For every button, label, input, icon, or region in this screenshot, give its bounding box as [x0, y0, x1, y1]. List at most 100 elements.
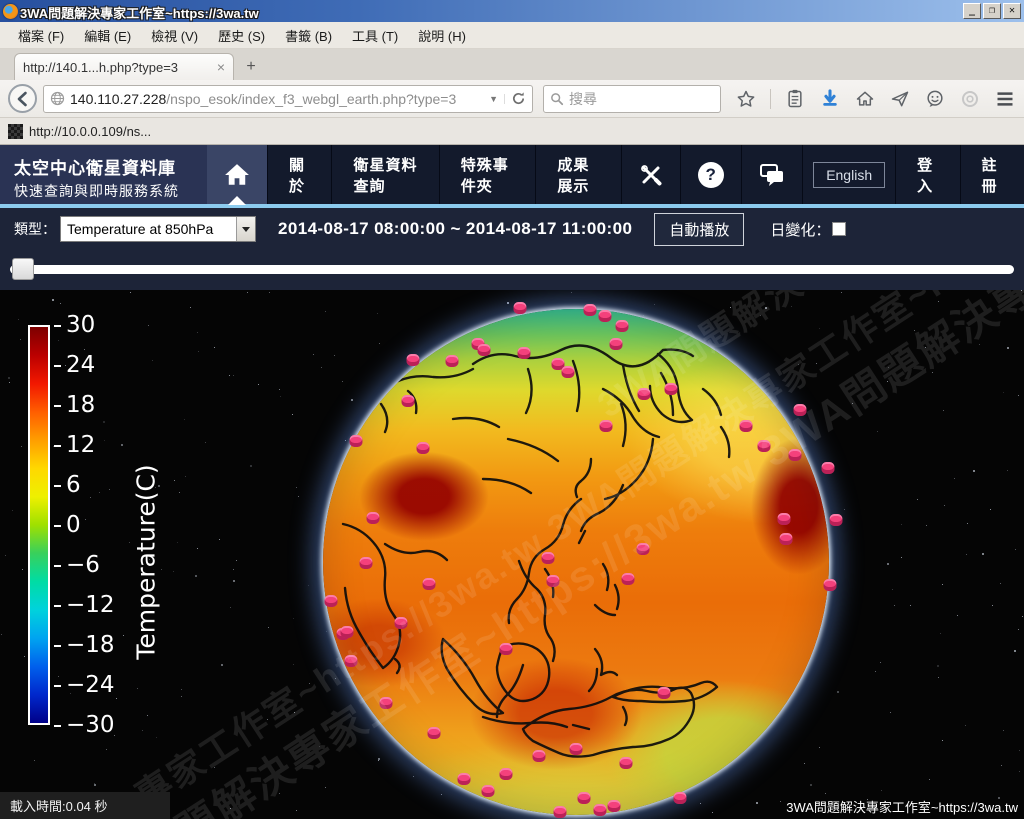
url-bar[interactable]: 140.110.27.228 /nspo_esok/index_f3_webgl…: [43, 85, 533, 113]
select-dropdown-icon[interactable]: [236, 217, 255, 241]
minimize-button[interactable]: _: [963, 3, 981, 19]
observation-marker[interactable]: [360, 557, 373, 569]
close-button[interactable]: ✕: [1003, 3, 1021, 19]
new-tab-button[interactable]: +: [236, 56, 266, 78]
observation-marker[interactable]: [542, 552, 555, 564]
observation-marker[interactable]: [500, 643, 513, 655]
observation-marker[interactable]: [417, 442, 430, 454]
observation-marker[interactable]: [789, 449, 802, 461]
observation-marker[interactable]: [610, 338, 623, 350]
observation-marker[interactable]: [622, 573, 635, 585]
observation-marker[interactable]: [822, 462, 835, 474]
sync-circle-icon[interactable]: [959, 88, 981, 110]
observation-marker[interactable]: [428, 727, 441, 739]
observation-marker[interactable]: [600, 420, 613, 432]
observation-marker[interactable]: [482, 785, 495, 797]
observation-marker[interactable]: [658, 687, 671, 699]
hamburger-menu-icon[interactable]: [994, 88, 1016, 110]
observation-marker[interactable]: [367, 512, 380, 524]
nav-register[interactable]: 註冊: [961, 145, 1024, 204]
observation-marker[interactable]: [584, 304, 597, 316]
observation-marker[interactable]: [778, 513, 791, 525]
observation-marker[interactable]: [794, 404, 807, 416]
temperature-colorbar: 3024181260−6−12−18−24−30 Temperature(C): [28, 325, 50, 725]
bookmark-item[interactable]: http://10.0.0.109/ns...: [29, 124, 151, 139]
observation-marker[interactable]: [345, 655, 358, 667]
colorbar-tick-label: 18: [54, 392, 95, 418]
observation-marker[interactable]: [620, 757, 633, 769]
reload-icon[interactable]: [511, 91, 526, 106]
nav-satellite-data-query[interactable]: 衛星資料查詢: [332, 145, 439, 204]
observation-marker[interactable]: [446, 355, 459, 367]
menu-tools[interactable]: 工具 (T): [342, 22, 408, 49]
observation-marker[interactable]: [578, 792, 591, 804]
observation-marker[interactable]: [514, 302, 527, 314]
observation-marker[interactable]: [616, 320, 629, 332]
observation-marker[interactable]: [547, 575, 560, 587]
tab-active[interactable]: http://140.1...h.php?type=3 ×: [14, 53, 234, 80]
observation-marker[interactable]: [533, 750, 546, 762]
observation-marker[interactable]: [562, 366, 575, 378]
observation-marker[interactable]: [830, 514, 843, 526]
menu-edit[interactable]: 編輯 (E): [74, 22, 141, 49]
menu-file[interactable]: 檔案 (F): [8, 22, 74, 49]
observation-marker[interactable]: [599, 310, 612, 322]
observation-marker[interactable]: [780, 533, 793, 545]
observation-marker[interactable]: [478, 344, 491, 356]
nav-special-event-folder[interactable]: 特殊事件夾: [440, 145, 537, 204]
daily-variation-checkbox[interactable]: [832, 222, 846, 236]
nav-home-button[interactable]: [207, 145, 268, 204]
downloads-icon[interactable]: [819, 88, 841, 110]
time-slider-track[interactable]: [10, 265, 1014, 274]
observation-marker[interactable]: [554, 806, 567, 818]
observation-marker[interactable]: [402, 395, 415, 407]
observation-marker[interactable]: [500, 768, 513, 780]
observation-marker[interactable]: [570, 743, 583, 755]
nav-feedback-button[interactable]: [742, 145, 803, 204]
observation-marker[interactable]: [423, 578, 436, 590]
observation-marker[interactable]: [824, 579, 837, 591]
observation-marker[interactable]: [674, 792, 687, 804]
home-icon[interactable]: [854, 88, 876, 110]
observation-marker[interactable]: [518, 347, 531, 359]
observation-marker[interactable]: [458, 773, 471, 785]
observation-marker[interactable]: [407, 354, 420, 366]
observation-marker[interactable]: [325, 595, 338, 607]
site-header: 太空中心衛星資料庫 快速查詢與即時服務系統 關於 衛星資料查詢 特殊事件夾 成果…: [0, 145, 1024, 208]
restore-button[interactable]: ❐: [983, 3, 1001, 19]
nav-tools-button[interactable]: [622, 145, 681, 204]
nav-login[interactable]: 登入: [895, 145, 960, 204]
observation-marker[interactable]: [350, 435, 363, 447]
tab-close-icon[interactable]: ×: [217, 59, 225, 75]
observation-marker[interactable]: [665, 383, 678, 395]
observation-marker[interactable]: [608, 800, 621, 812]
observation-marker[interactable]: [758, 440, 771, 452]
hello-chat-icon[interactable]: [924, 88, 946, 110]
observation-marker[interactable]: [341, 626, 354, 638]
observation-marker[interactable]: [637, 543, 650, 555]
site-logo[interactable]: 太空中心衛星資料庫 快速查詢與即時服務系統: [0, 145, 207, 204]
menu-help[interactable]: 說明 (H): [408, 22, 476, 49]
bookmark-star-icon[interactable]: [735, 88, 757, 110]
nav-help-button[interactable]: ?: [681, 145, 742, 204]
menu-history[interactable]: 歷史 (S): [208, 22, 275, 49]
nav-results-showcase[interactable]: 成果展示: [536, 145, 622, 204]
observation-marker[interactable]: [740, 420, 753, 432]
type-select[interactable]: Temperature at 850hPa: [60, 216, 256, 242]
menu-bookmarks[interactable]: 書籤 (B): [275, 22, 342, 49]
observation-marker[interactable]: [395, 617, 408, 629]
bookmarks-menu-icon[interactable]: [784, 88, 806, 110]
search-box[interactable]: 搜尋: [543, 85, 721, 113]
observation-marker[interactable]: [594, 804, 607, 816]
nav-about[interactable]: 關於: [268, 145, 332, 204]
observation-marker[interactable]: [638, 388, 651, 400]
url-dropdown-icon[interactable]: ▼: [483, 94, 505, 104]
autoplay-button[interactable]: 自動播放: [654, 213, 744, 246]
webgl-canvas[interactable]: 3024181260−6−12−18−24−30 Temperature(C): [0, 290, 1024, 819]
time-slider-handle[interactable]: [12, 258, 34, 280]
back-button[interactable]: [8, 84, 37, 113]
observation-marker[interactable]: [380, 697, 393, 709]
menu-view[interactable]: 檢視 (V): [141, 22, 208, 49]
share-plane-icon[interactable]: [889, 88, 911, 110]
language-toggle-button[interactable]: English: [813, 162, 885, 188]
